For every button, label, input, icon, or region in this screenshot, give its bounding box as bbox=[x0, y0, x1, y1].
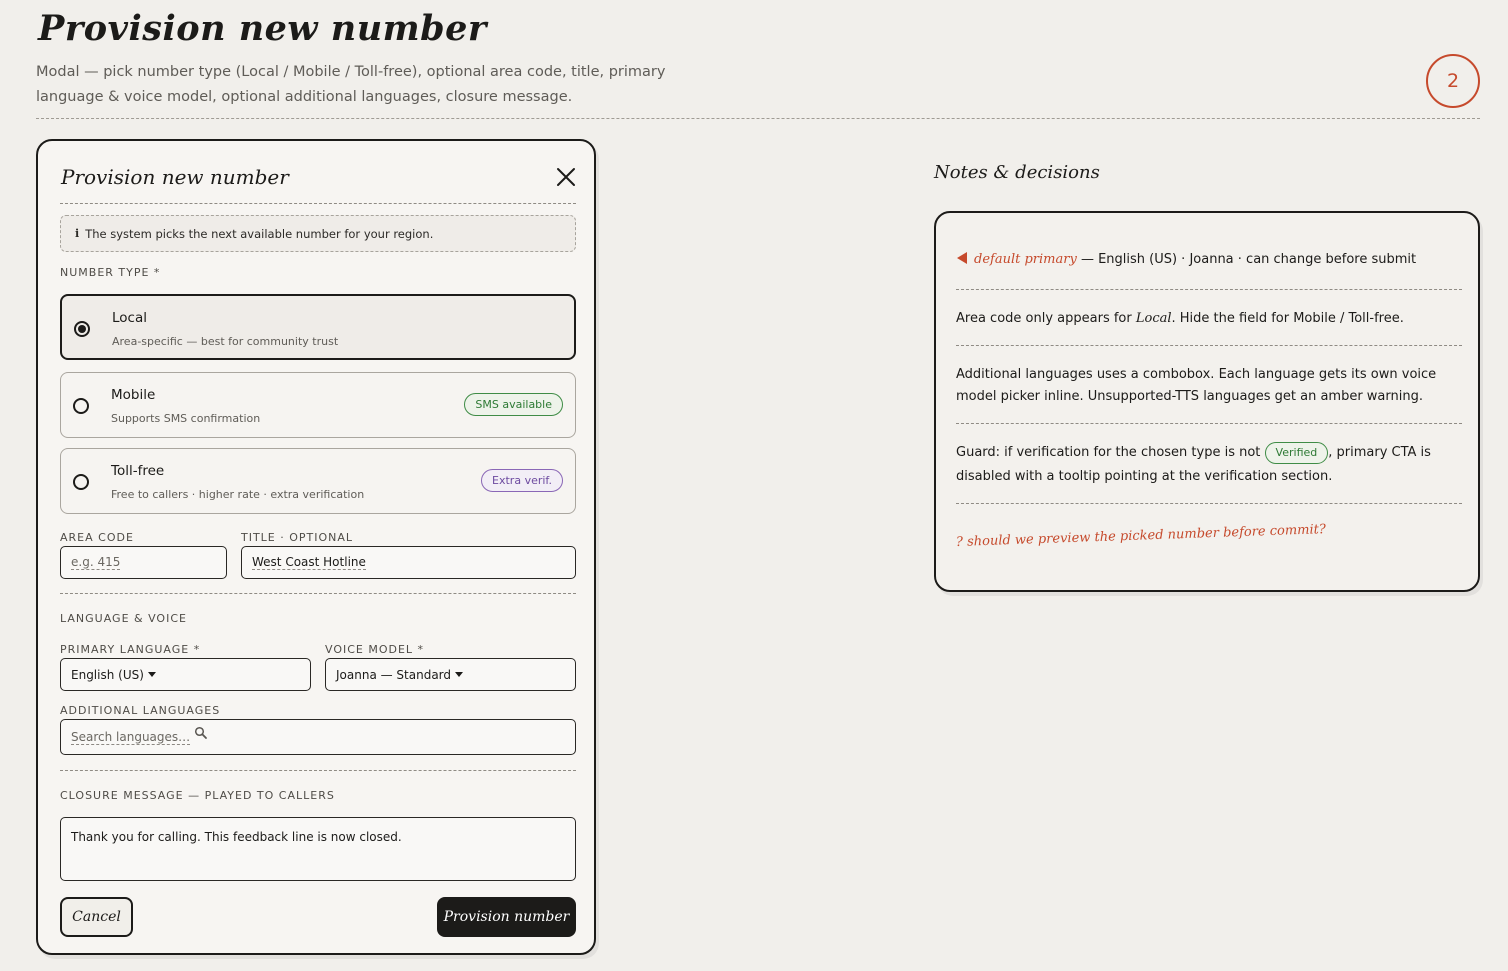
section-divider bbox=[60, 593, 576, 594]
note-text: . Hide the field for Mobile / Toll-free. bbox=[1171, 311, 1404, 326]
default-primary-label: default primary bbox=[974, 252, 1077, 267]
primary-language-value: English (US) bbox=[71, 667, 144, 682]
radio-tollfree[interactable] bbox=[73, 474, 89, 490]
option-title: Toll-free bbox=[111, 463, 165, 479]
default-primary-text: — English (US) · Joanna · can change bef… bbox=[1080, 252, 1417, 267]
notes-card: default primary — English (US) · Joanna … bbox=[934, 211, 1480, 592]
cancel-button[interactable]: Cancel bbox=[60, 897, 133, 937]
area-code-label: AREA CODE bbox=[60, 531, 134, 544]
title-value: West Coast Hotline bbox=[252, 555, 366, 570]
primary-language-label: PRIMARY LANGUAGE * bbox=[60, 643, 201, 656]
search-icon bbox=[195, 726, 208, 739]
note-guard: Guard: if verification for the chosen ty… bbox=[956, 441, 1462, 489]
header-divider bbox=[36, 118, 1480, 119]
option-desc: Supports SMS confirmation bbox=[111, 412, 261, 425]
additional-languages-combobox[interactable]: Search languages… bbox=[60, 719, 576, 755]
additional-languages-placeholder: Search languages… bbox=[71, 729, 191, 745]
note-combobox: Additional languages uses a combobox. Ea… bbox=[956, 367, 1437, 404]
number-type-tollfree-option[interactable]: Toll-free Free to callers · higher rate … bbox=[60, 448, 576, 514]
title-input[interactable]: West Coast Hotline bbox=[241, 546, 576, 579]
radio-local[interactable] bbox=[74, 321, 90, 337]
closure-message-textarea[interactable]: Thank you for calling. This feedback lin… bbox=[60, 817, 576, 881]
note-divider bbox=[956, 503, 1462, 504]
number-type-label: NUMBER TYPE * bbox=[60, 266, 161, 279]
info-note: i The system picks the next available nu… bbox=[60, 215, 576, 252]
option-title: Local bbox=[112, 310, 147, 326]
notes-title: Notes & decisions bbox=[934, 162, 1100, 183]
radio-mobile[interactable] bbox=[73, 398, 89, 414]
chevron-down-icon bbox=[455, 672, 464, 677]
additional-languages-label: ADDITIONAL LANGUAGES bbox=[60, 704, 221, 717]
chevron-down-icon bbox=[147, 672, 156, 677]
modal-title: Provision new number bbox=[61, 165, 289, 189]
provision-number-button[interactable]: Provision number bbox=[437, 897, 576, 937]
page-subtitle: Modal — pick number type (Local / Mobile… bbox=[36, 64, 666, 105]
note-text: Guard: if verification for the chosen ty… bbox=[956, 445, 1261, 460]
close-button[interactable] bbox=[554, 165, 578, 189]
modal-divider bbox=[60, 203, 576, 204]
option-title: Mobile bbox=[111, 387, 156, 403]
language-section-label: LANGUAGE & VOICE bbox=[60, 612, 187, 625]
closure-message-label: CLOSURE MESSAGE — PLAYED TO CALLERS bbox=[60, 789, 335, 802]
extra-verification-badge: Extra verif. bbox=[481, 469, 563, 492]
voice-model-select[interactable]: Joanna — Standard bbox=[325, 658, 576, 691]
sms-available-badge: SMS available bbox=[464, 393, 563, 416]
triangle-left-icon bbox=[957, 252, 967, 264]
verified-badge: Verified bbox=[1264, 441, 1329, 464]
option-desc: Area-specific — best for community trust bbox=[112, 335, 339, 348]
note-divider bbox=[956, 345, 1462, 346]
note-emphasis: Local bbox=[1135, 311, 1172, 326]
note-default-primary: default primary — English (US) · Joanna … bbox=[956, 249, 1462, 271]
voice-model-label: VOICE MODEL * bbox=[325, 643, 425, 656]
close-icon bbox=[557, 168, 575, 186]
option-desc: Free to callers · higher rate · extra ve… bbox=[111, 488, 365, 501]
note-text: Area code only appears for bbox=[956, 311, 1136, 326]
number-type-local-option[interactable]: Local Area-specific — best for community… bbox=[60, 294, 576, 360]
area-code-input[interactable]: e.g. 415 bbox=[60, 546, 227, 579]
page-title: Provision new number bbox=[38, 8, 487, 49]
section-divider bbox=[60, 770, 576, 771]
area-code-placeholder: e.g. 415 bbox=[71, 555, 121, 570]
step-badge: 2 bbox=[1426, 54, 1480, 108]
provision-modal: Provision new number i The system picks … bbox=[36, 139, 596, 955]
title-label: TITLE · OPTIONAL bbox=[241, 531, 354, 544]
note-divider bbox=[956, 423, 1462, 424]
info-icon: i bbox=[75, 227, 80, 240]
number-type-mobile-option[interactable]: Mobile Supports SMS confirmation SMS ava… bbox=[60, 372, 576, 438]
open-question: ? should we preview the picked number be… bbox=[955, 522, 1327, 550]
note-divider bbox=[956, 289, 1462, 290]
note-area-code: Area code only appears for Local. Hide t… bbox=[956, 308, 1462, 330]
info-note-text: The system picks the next available numb… bbox=[85, 226, 434, 241]
voice-model-value: Joanna — Standard bbox=[336, 667, 452, 682]
primary-language-select[interactable]: English (US) bbox=[60, 658, 311, 691]
